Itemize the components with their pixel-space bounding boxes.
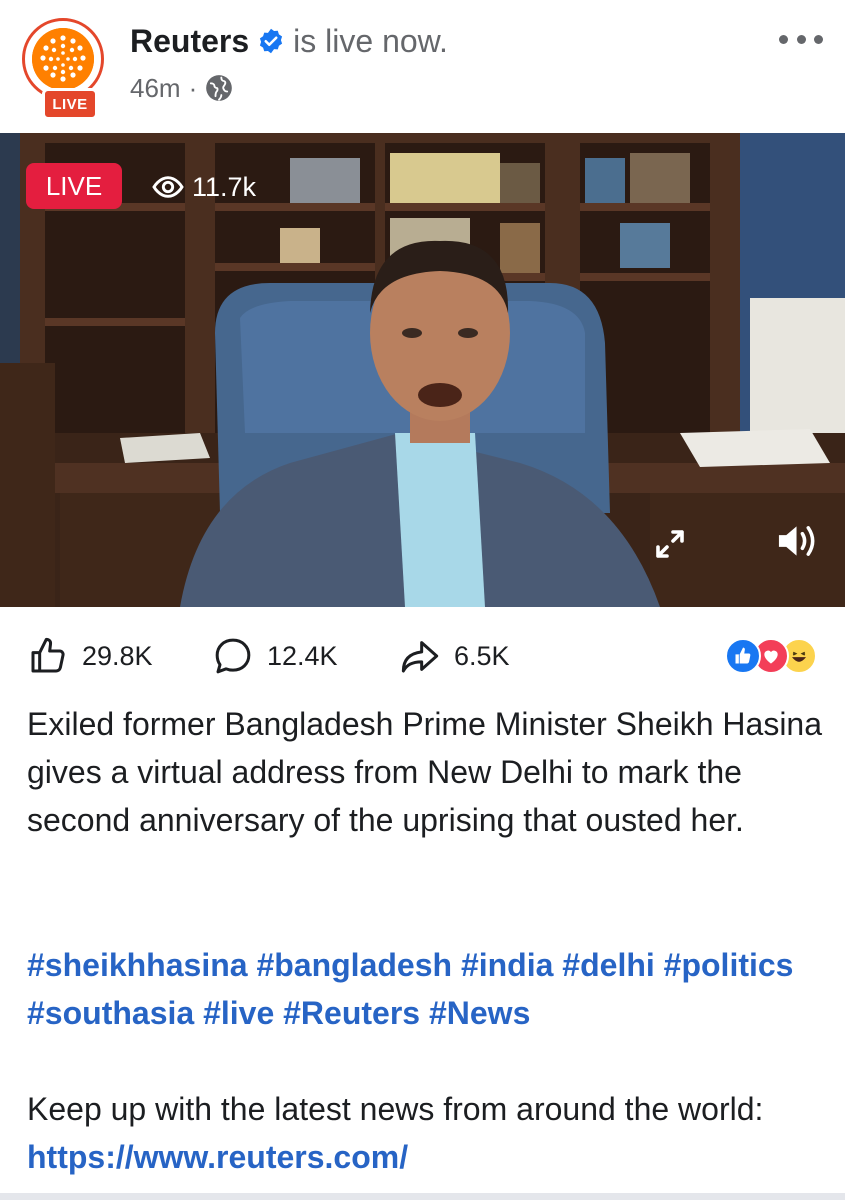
footer-text: Keep up with the latest news from around… — [27, 1085, 827, 1181]
share-button[interactable]: 6.5K — [400, 636, 510, 676]
page-name-link[interactable]: Reuters — [130, 23, 249, 60]
hashtag-link[interactable]: #Reuters — [283, 995, 420, 1031]
like-button[interactable]: 29.8K — [28, 636, 153, 676]
post-header: LIVE Reuters is live now. 46m · — [0, 0, 845, 133]
expand-icon[interactable] — [652, 526, 688, 562]
hashtag-link[interactable]: #live — [203, 995, 274, 1031]
hashtag-link[interactable]: #delhi — [562, 947, 654, 983]
post-divider — [0, 1193, 845, 1200]
post-caption: Exiled former Bangladesh Prime Minister … — [27, 706, 823, 838]
more-options-button[interactable] — [779, 28, 823, 50]
comment-count: 12.4K — [267, 640, 338, 671]
live-badge: LIVE — [26, 163, 122, 209]
globe-icon — [206, 75, 233, 101]
avatar[interactable]: LIVE — [22, 18, 104, 120]
share-count: 6.5K — [454, 640, 510, 671]
post-meta: 46m · — [130, 70, 233, 106]
meta-separator: · — [188, 72, 198, 103]
hashtag-link[interactable]: #southasia — [27, 995, 194, 1031]
hashtag-link[interactable]: #politics — [664, 947, 794, 983]
share-icon — [401, 641, 439, 673]
viewer-count-value: 11.7k — [192, 171, 257, 202]
footer-text-body: Keep up with the latest news from around… — [27, 1091, 764, 1127]
more-options-icon — [779, 34, 788, 44]
reuters-logo-icon — [32, 28, 94, 90]
reuters-website-link[interactable]: https://www.reuters.com/ — [27, 1139, 408, 1175]
like-count: 29.8K — [82, 640, 153, 671]
viewer-count: 11.7k — [152, 166, 256, 208]
hashtag-link[interactable]: #bangladesh — [256, 947, 452, 983]
engagement-bar: 29.8K 12.4K 6.5K — [0, 622, 845, 692]
post-timestamp[interactable]: 46m — [130, 73, 181, 104]
like-reaction-icon — [725, 638, 761, 674]
live-video-player[interactable]: LIVE 11.7k — [0, 133, 845, 607]
comment-icon — [215, 638, 251, 674]
hashtag-list: #sheikhhasina #bangladesh #india #delhi … — [27, 941, 827, 1037]
reaction-summary[interactable] — [725, 638, 817, 676]
verified-badge-icon — [260, 28, 283, 54]
hashtag-link[interactable]: #sheikhhasina — [27, 947, 248, 983]
eye-icon — [152, 176, 184, 198]
avatar-live-badge: LIVE — [42, 88, 98, 120]
comment-button[interactable]: 12.4K — [213, 636, 338, 676]
speaker-icon[interactable] — [776, 521, 820, 561]
hashtag-link[interactable]: #News — [429, 995, 530, 1031]
live-status-text: is live now. — [293, 22, 448, 59]
post-title-line: Reuters is live now. — [130, 20, 448, 62]
video-frame — [0, 133, 845, 607]
thumbs-up-icon — [31, 637, 65, 673]
hashtag-link[interactable]: #india — [461, 947, 553, 983]
